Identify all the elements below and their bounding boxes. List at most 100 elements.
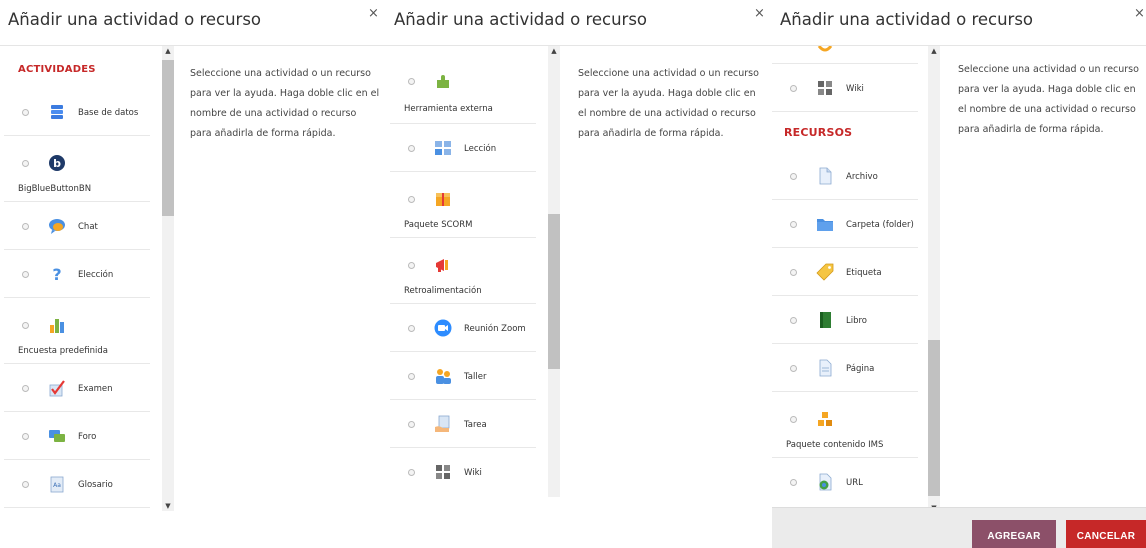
item-label: Elección [78, 270, 114, 280]
item-label: Chat [78, 222, 98, 232]
wiki-icon [818, 81, 832, 95]
dialog-title: Añadir una actividad o recurso [780, 10, 1034, 29]
list-item-wiki[interactable]: Wiki [772, 64, 918, 112]
close-icon[interactable]: × [754, 6, 765, 21]
list-item-taller[interactable]: Taller [390, 352, 536, 400]
ims-icon [818, 412, 832, 426]
item-label: Paquete SCORM [404, 220, 473, 230]
dialog-title: Añadir una actividad o recurso [8, 10, 262, 29]
add-button[interactable]: AGREGAR [972, 520, 1056, 548]
list-item-leccion[interactable]: Lección [390, 124, 536, 172]
item-label: Archivo [846, 172, 878, 182]
radio-button[interactable] [790, 269, 797, 276]
list-item-libro[interactable]: Libro [772, 296, 918, 344]
radio-button[interactable] [408, 196, 415, 203]
scorm-icon [436, 193, 450, 206]
radio-button[interactable] [408, 325, 415, 332]
radio-button[interactable] [22, 160, 29, 167]
item-label: Taller [464, 372, 487, 382]
list-scrollbar[interactable]: ▲ [548, 46, 560, 497]
close-icon[interactable]: × [368, 6, 379, 21]
partial-icon [817, 46, 833, 52]
module-list: ACTIVIDADES Base de datos b BigBlueButto… [4, 46, 176, 511]
list-item-carpeta[interactable]: Carpeta (folder) [772, 200, 918, 248]
radio-button[interactable] [22, 385, 29, 392]
list-item-partial[interactable] [772, 46, 918, 64]
list-item-url[interactable]: URL [772, 458, 918, 506]
radio-button[interactable] [790, 173, 797, 180]
feedback-icon [436, 259, 448, 272]
list-item-paquete-scorm[interactable]: Paquete SCORM [390, 172, 536, 238]
list-scrollbar[interactable]: ▲ ▼ [928, 46, 940, 513]
radio-button[interactable] [790, 85, 797, 92]
chat-icon [49, 219, 65, 234]
scroll-thumb[interactable] [928, 340, 940, 496]
radio-button[interactable] [408, 421, 415, 428]
radio-button[interactable] [408, 469, 415, 476]
radio-button[interactable] [408, 145, 415, 152]
radio-button[interactable] [408, 78, 415, 85]
scroll-down-icon[interactable]: ▼ [162, 501, 174, 511]
scroll-thumb[interactable] [548, 214, 560, 369]
zoom-icon [434, 319, 452, 337]
item-label: Glosario [78, 480, 113, 490]
item-label: Paquete contenido IMS [786, 440, 884, 450]
item-label: Examen [78, 384, 113, 394]
list-item-paquete-ims[interactable]: Paquete contenido IMS [772, 392, 918, 458]
cancel-button[interactable]: CANCELAR [1066, 520, 1146, 548]
list-scrollbar[interactable]: ▲ ▼ [162, 46, 174, 511]
radio-button[interactable] [790, 317, 797, 324]
item-label: Foro [78, 432, 97, 442]
list-item-base-de-datos[interactable]: Base de datos [4, 88, 150, 136]
scroll-up-icon[interactable]: ▲ [548, 46, 560, 56]
scroll-up-icon[interactable]: ▲ [928, 46, 940, 56]
dialog-panel-1: Añadir una actividad o recurso × ACTIVID… [0, 0, 386, 548]
radio-button[interactable] [408, 262, 415, 269]
close-icon[interactable]: × [1134, 6, 1145, 21]
dialog-panel-2: Añadir una actividad o recurso × Herrami… [386, 0, 772, 548]
lesson-icon [435, 141, 451, 155]
radio-button[interactable] [790, 365, 797, 372]
list-item-retroalimentacion[interactable]: Retroalimentación [390, 238, 536, 304]
radio-button[interactable] [408, 373, 415, 380]
radio-button[interactable] [22, 109, 29, 116]
list-item-eleccion[interactable]: ? Elección [4, 250, 150, 298]
list-item-encuesta-predefinida[interactable]: Encuesta predefinida [4, 298, 150, 364]
list-item-herramienta-externa[interactable]: Herramienta externa [390, 54, 536, 124]
url-icon [819, 473, 832, 491]
list-item-examen[interactable]: Examen [4, 364, 150, 412]
list-item-chat[interactable]: Chat [4, 202, 150, 250]
external-tool-icon [437, 75, 449, 88]
book-icon [820, 312, 831, 328]
item-label: Wiki [464, 468, 482, 478]
list-item-etiqueta[interactable]: Etiqueta [772, 248, 918, 296]
list-item-bigbluebutton[interactable]: b BigBlueButtonBN [4, 136, 150, 202]
radio-button[interactable] [22, 481, 29, 488]
radio-button[interactable] [22, 271, 29, 278]
dialog-panel-3: Añadir una actividad o recurso × Wiki RE… [772, 0, 1146, 548]
scroll-up-icon[interactable]: ▲ [162, 46, 174, 56]
radio-button[interactable] [22, 322, 29, 329]
section-heading-resources: RECURSOS [784, 126, 853, 139]
list-item-foro[interactable]: Foro [4, 412, 150, 460]
help-text: Seleccione una actividad o un recurso pa… [190, 68, 380, 139]
folder-icon [817, 219, 833, 231]
list-item-archivo[interactable]: Archivo [772, 152, 918, 200]
radio-button[interactable] [22, 223, 29, 230]
choice-icon: ? [52, 265, 61, 283]
list-item-pagina[interactable]: Página [772, 344, 918, 392]
scroll-thumb[interactable] [162, 60, 174, 216]
radio-button[interactable] [790, 416, 797, 423]
radio-button[interactable] [790, 479, 797, 486]
item-label: Encuesta predefinida [18, 346, 108, 356]
list-item-tarea[interactable]: Tarea [390, 400, 536, 448]
module-list: Wiki RECURSOS Archivo Carpeta (folder) E… [772, 46, 940, 513]
list-item-glosario[interactable]: Aa Glosario [4, 460, 150, 508]
item-label: Retroalimentación [404, 286, 482, 296]
list-item-reunion-zoom[interactable]: Reunión Zoom [390, 304, 536, 352]
list-item-wiki[interactable]: Wiki [390, 448, 536, 496]
item-label: Base de datos [78, 108, 139, 118]
radio-button[interactable] [22, 433, 29, 440]
radio-button[interactable] [790, 221, 797, 228]
survey-icon [50, 319, 64, 333]
